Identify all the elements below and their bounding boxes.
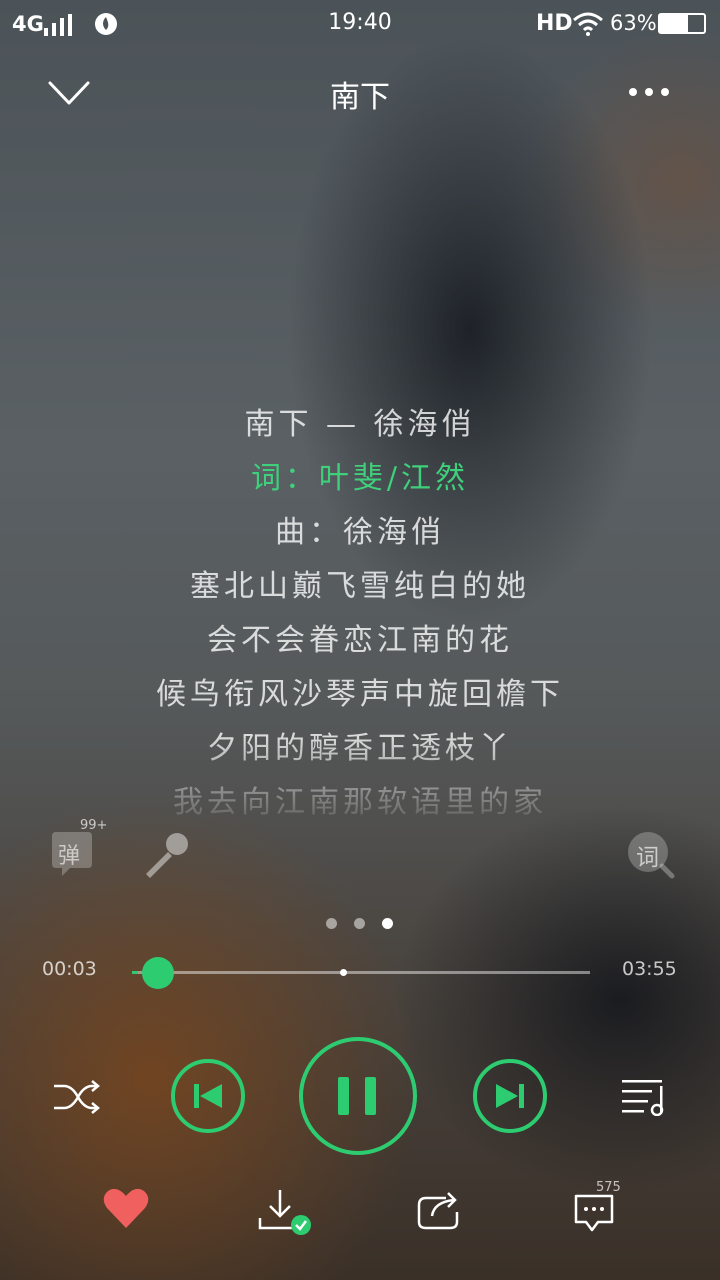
share-icon[interactable] (416, 1190, 462, 1230)
hd-indicator: HD (536, 11, 573, 36)
progress-played (132, 971, 138, 974)
favorite-heart-icon[interactable] (102, 1186, 150, 1230)
danmaku-label: 弹 (58, 844, 81, 869)
danmaku-button[interactable]: 弹 99+ (48, 818, 107, 882)
lyrics-search-label: 词 (636, 845, 659, 871)
page-dot-3[interactable] (382, 918, 393, 929)
lyric-line: 南下 — 徐海俏 (244, 407, 476, 442)
page-dot-2[interactable] (354, 918, 365, 929)
buffer-marker (339, 969, 347, 976)
lyric-line: 候鸟衔风沙琴声中旋回檐下 (156, 677, 564, 712)
wifi-icon (573, 12, 603, 36)
lyric-line: 我去向江南那软语里的家 (173, 785, 547, 820)
previous-icon (171, 1059, 245, 1133)
more-options-icon[interactable] (628, 86, 672, 98)
song-title: 南下 (330, 80, 390, 115)
battery-percent: 63% (610, 11, 657, 35)
comment-icon (574, 1194, 614, 1232)
playlist-icon[interactable] (620, 1076, 670, 1116)
lyric-line: 词：叶斐/江然 (250, 461, 470, 496)
next-icon (473, 1059, 547, 1133)
page-dot-1[interactable] (326, 918, 337, 929)
lyrics-panel[interactable]: 南下 — 徐海俏 词：叶斐/江然 曲：徐海俏塞北山巅飞雪纯白的她 会不会眷恋江南的花候… (0, 400, 720, 820)
status-bar: 4G 19:40 HD 63% (0, 0, 720, 48)
pause-button[interactable] (298, 1036, 418, 1156)
pause-icon (299, 1037, 417, 1155)
progress-track[interactable] (132, 971, 590, 974)
total-time: 03:55 (622, 958, 677, 980)
lyric-line: 塞北山巅飞雪纯白的她 (190, 569, 530, 604)
lyric-line: 夕阳的醇香正透枝丫 (207, 731, 513, 766)
previous-button[interactable] (170, 1058, 246, 1134)
next-button[interactable] (472, 1058, 548, 1134)
comments-button[interactable]: 575 (572, 1180, 632, 1236)
elapsed-time: 00:03 (42, 958, 97, 980)
progress-thumb[interactable] (141, 957, 174, 989)
danmaku-count-badge: 99+ (80, 818, 108, 833)
shuffle-icon[interactable] (52, 1078, 100, 1116)
lyric-line: 会不会眷恋江南的花 (207, 623, 513, 658)
lyrics-search-button[interactable]: 词 (626, 828, 676, 884)
downloaded-icon[interactable] (258, 1188, 314, 1238)
battery-icon (658, 13, 706, 34)
microphone-icon[interactable] (140, 830, 192, 880)
comment-count-badge: 575 (596, 1180, 621, 1195)
lyric-line: 曲：徐海俏 (275, 515, 445, 550)
